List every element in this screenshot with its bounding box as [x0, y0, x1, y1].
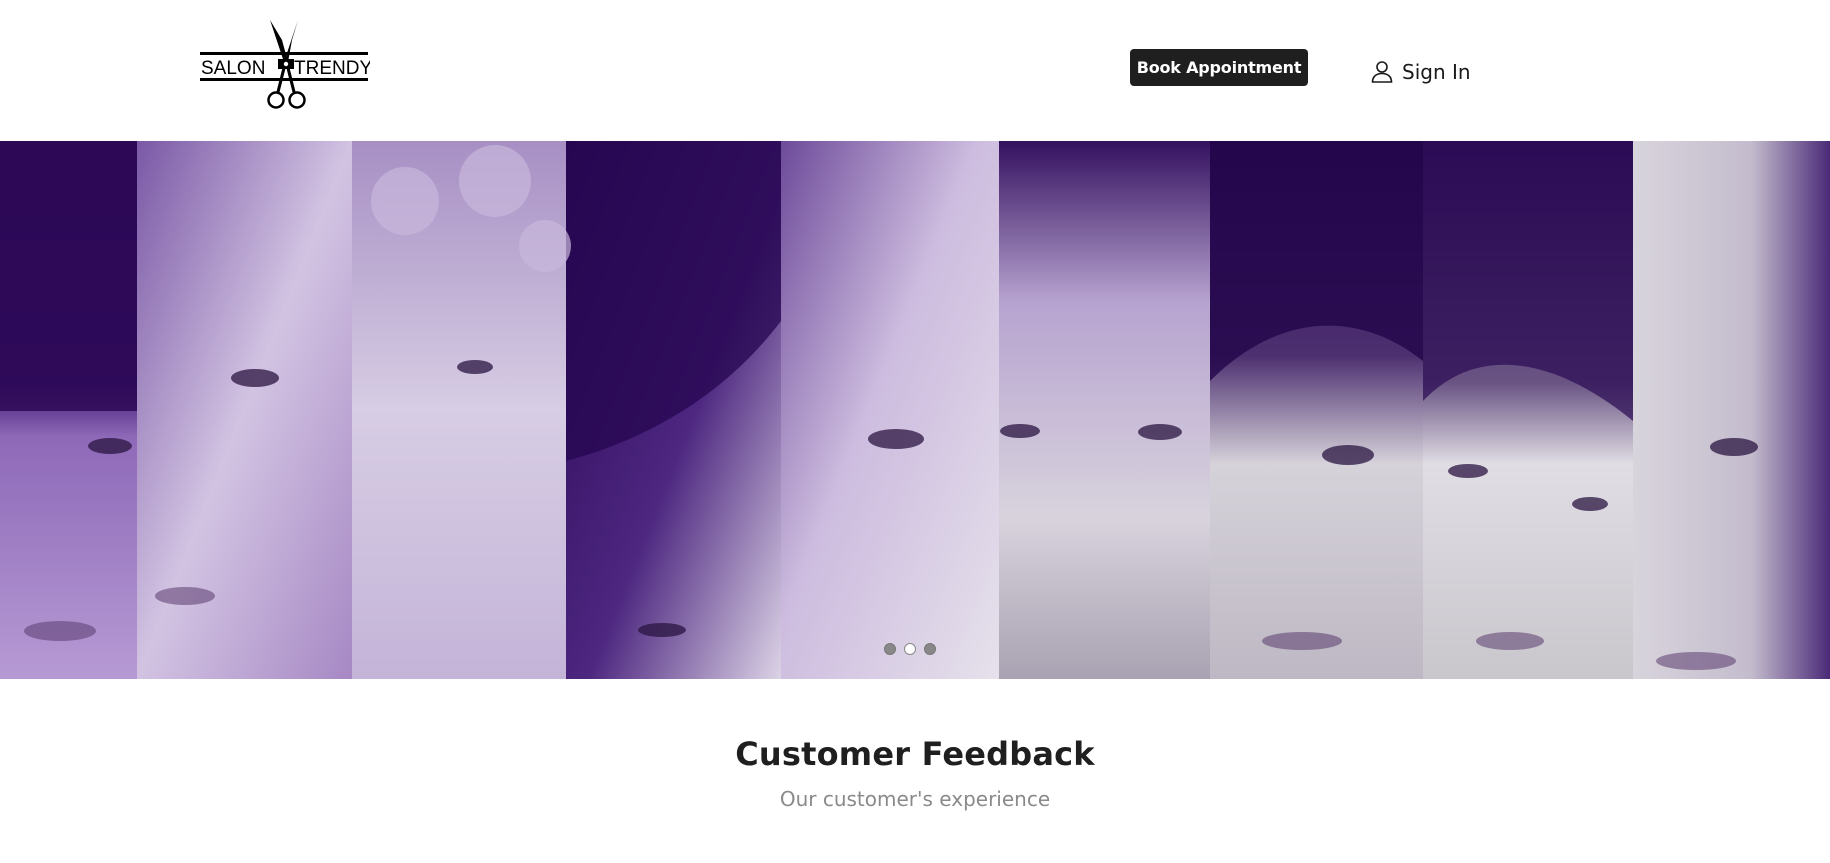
sign-in-link[interactable]: Sign In: [1370, 54, 1471, 90]
carousel-dot-3[interactable]: [924, 643, 936, 655]
logo-text-left: SALON: [201, 58, 265, 79]
feedback-title: Customer Feedback: [735, 735, 1095, 773]
user-icon: [1371, 61, 1393, 83]
hero-slide-image: [0, 141, 1830, 679]
carousel-dot-1[interactable]: [884, 643, 896, 655]
sign-in-label: Sign In: [1402, 60, 1471, 84]
customer-feedback-section: Customer Feedback Our customer's experie…: [0, 735, 1830, 811]
salon-trendy-logo[interactable]: SALON TRENDY: [198, 18, 372, 110]
logo-text-right: TRENDY: [294, 58, 370, 79]
site-header: SALON TRENDY Book Appointment Sign In: [0, 0, 1830, 141]
feedback-subtitle: Our customer's experience: [779, 787, 1051, 811]
carousel-indicators: [884, 643, 936, 655]
carousel-dot-2[interactable]: [904, 643, 916, 655]
scissors-icon: SALON TRENDY: [200, 20, 372, 109]
book-appointment-button[interactable]: Book Appointment: [1130, 49, 1308, 86]
hero-carousel[interactable]: [0, 141, 1830, 679]
